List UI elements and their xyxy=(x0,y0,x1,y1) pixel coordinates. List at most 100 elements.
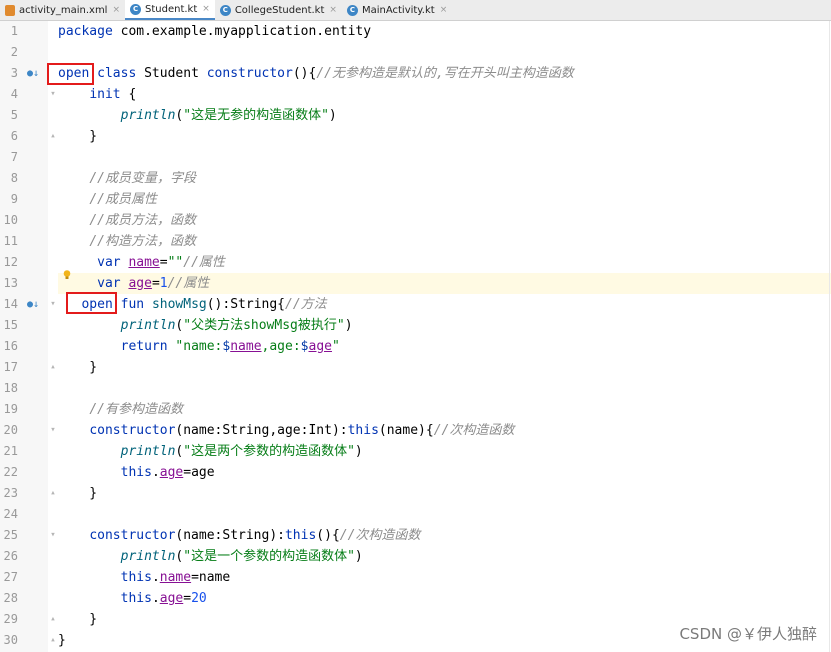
fold-arrow-icon[interactable]: ▾ xyxy=(48,294,58,315)
code-line-4[interactable]: init { xyxy=(58,84,831,105)
fold-arrow-icon[interactable]: ▾ xyxy=(48,420,58,441)
string-literal: "name: xyxy=(175,339,223,354)
code-line-9[interactable]: //成员属性 xyxy=(58,189,831,210)
code-editor[interactable]: 1 2 3 4 5 6 7 8 9 10 11 12 13 14 15 16 17 18 19 20 21 22 23 24 2… xyxy=(0,21,831,652)
comment: //构造方法，函数 xyxy=(89,234,196,249)
tab-student-kt[interactable]: C Student.kt × xyxy=(125,0,215,20)
code-line-8[interactable]: //成员变量，字段 xyxy=(58,168,831,189)
tab-activity-main-xml[interactable]: activity_main.xml × xyxy=(0,0,125,20)
keyword: fun xyxy=(112,297,145,312)
close-icon[interactable]: × xyxy=(112,5,120,15)
function-name: showMsg xyxy=(151,297,207,312)
code-line-14[interactable]: open fun showMsg():String{//方法 xyxy=(58,294,831,315)
kotlin-class-icon: C xyxy=(346,4,358,16)
fold-arrow-icon[interactable]: ▴ xyxy=(48,483,58,504)
close-icon[interactable]: × xyxy=(440,5,448,15)
comment: //成员变量，字段 xyxy=(89,171,196,186)
line-number: 23 xyxy=(3,486,18,500)
operator: = xyxy=(159,255,168,270)
code-line-25[interactable]: constructor(name:String):this(){//次构造函数 xyxy=(58,525,831,546)
code-line-26[interactable]: println("这是一个参数的构造函数体") xyxy=(58,546,831,567)
line-number: 25 xyxy=(3,528,18,542)
operator: = xyxy=(183,591,192,606)
keyword: return xyxy=(120,339,168,354)
property-reference: age xyxy=(159,591,184,606)
signature: (name:String): xyxy=(175,528,285,543)
close-icon[interactable]: × xyxy=(202,4,210,14)
code-line-23[interactable]: } xyxy=(58,483,831,504)
kotlin-class-icon: C xyxy=(219,4,231,16)
tab-mainactivity-kt[interactable]: C MainActivity.kt × xyxy=(342,0,452,20)
lightbulb-icon[interactable] xyxy=(63,270,71,280)
keyword: this xyxy=(120,570,152,585)
property-reference: age xyxy=(159,465,184,480)
comment: //次构造函数 xyxy=(339,528,421,543)
fold-arrow-icon[interactable]: ▴ xyxy=(48,357,58,378)
fold-arrow-icon[interactable]: ▴ xyxy=(48,630,58,651)
code-line-6[interactable]: } xyxy=(58,126,831,147)
function-call: println xyxy=(120,549,176,564)
editor-tab-bar: activity_main.xml × C Student.kt × C Col… xyxy=(0,0,831,21)
line-number: 9 xyxy=(10,192,18,206)
comment: //方法 xyxy=(285,297,327,312)
line-number: 20 xyxy=(3,423,18,437)
code-line-28[interactable]: this.age=20 xyxy=(58,588,831,609)
comment: //成员方法，函数 xyxy=(89,213,196,228)
closing-brace: } xyxy=(58,633,66,648)
code-line-12[interactable]: var name=""//属性 xyxy=(58,252,831,273)
property-name: name xyxy=(128,255,160,270)
code-line-21[interactable]: println("这是两个参数的构造函数体") xyxy=(58,441,831,462)
override-marker-icon[interactable]: ●↓ xyxy=(27,294,39,315)
tab-collegestudent-kt[interactable]: C CollegeStudent.kt × xyxy=(215,0,342,20)
fold-arrow-icon[interactable]: ▴ xyxy=(48,609,58,630)
line-number: 11 xyxy=(3,234,18,248)
code-line-13[interactable]: var age=1//属性 xyxy=(58,273,831,294)
code-line-19[interactable]: //有参构造函数 xyxy=(58,399,831,420)
line-number: 29 xyxy=(3,612,18,626)
fold-arrow-icon[interactable]: ▾ xyxy=(48,525,58,546)
tab-label: Student.kt xyxy=(145,3,198,15)
kotlin-class-icon: C xyxy=(130,3,142,15)
keyword: package xyxy=(58,24,113,39)
code-line-22[interactable]: this.age=age xyxy=(58,462,831,483)
punctuation: ) xyxy=(344,318,353,333)
code-line-20[interactable]: constructor(name:String,age:Int):this(na… xyxy=(58,420,831,441)
signature: (name:String,age:Int): xyxy=(175,423,348,438)
signature: ():String{ xyxy=(206,297,286,312)
punctuation: (){ xyxy=(292,66,317,81)
fold-arrow-icon[interactable]: ▴ xyxy=(48,126,58,147)
function-call: println xyxy=(120,444,176,459)
code-line-27[interactable]: this.name=name xyxy=(58,567,831,588)
keyword: this xyxy=(347,423,379,438)
watermark: CSDN @￥伊人独醉 xyxy=(679,625,817,643)
comment: //无参构造是默认的,写在开头叫主构造函数 xyxy=(316,66,574,81)
line-number: 26 xyxy=(3,549,18,563)
number-literal: 20 xyxy=(191,591,207,606)
fold-arrow-icon[interactable]: ▾ xyxy=(48,84,58,105)
code-line-1[interactable]: package com.example.myapplication.entity xyxy=(58,21,831,42)
code-line-15[interactable]: println("父类方法showMsg被执行") xyxy=(58,315,831,336)
line-number: 27 xyxy=(3,570,18,584)
line-number: 6 xyxy=(10,129,18,143)
line-number: 4 xyxy=(10,87,18,101)
keyword: this xyxy=(120,591,152,606)
close-icon[interactable]: × xyxy=(329,5,337,15)
xml-file-icon xyxy=(5,4,15,16)
line-number: 30 xyxy=(3,633,18,647)
line-number: 18 xyxy=(3,381,18,395)
code-line-3[interactable]: open class Student constructor(){//无参构造是… xyxy=(58,63,831,84)
right-margin-guide xyxy=(829,21,830,652)
code-line-10[interactable]: //成员方法，函数 xyxy=(58,210,831,231)
string-literal: "这是无参的构造函数体" xyxy=(183,108,329,123)
code-line-5[interactable]: println("这是无参的构造函数体") xyxy=(58,105,831,126)
code-line-17[interactable]: } xyxy=(58,357,831,378)
code-line-11[interactable]: //构造方法，函数 xyxy=(58,231,831,252)
override-marker-icon[interactable]: ●↓ xyxy=(27,63,39,84)
code-line-16[interactable]: return "name:$name,age:$age" xyxy=(58,336,831,357)
